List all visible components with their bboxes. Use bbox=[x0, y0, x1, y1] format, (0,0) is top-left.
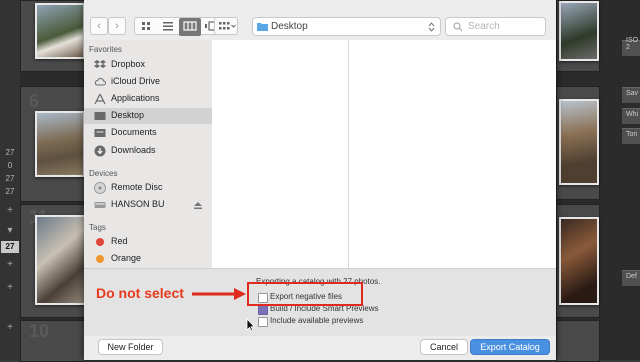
annotation-highlight-box bbox=[247, 282, 363, 306]
mouse-cursor-icon bbox=[246, 318, 256, 332]
annotation-arrow-icon bbox=[192, 288, 246, 300]
